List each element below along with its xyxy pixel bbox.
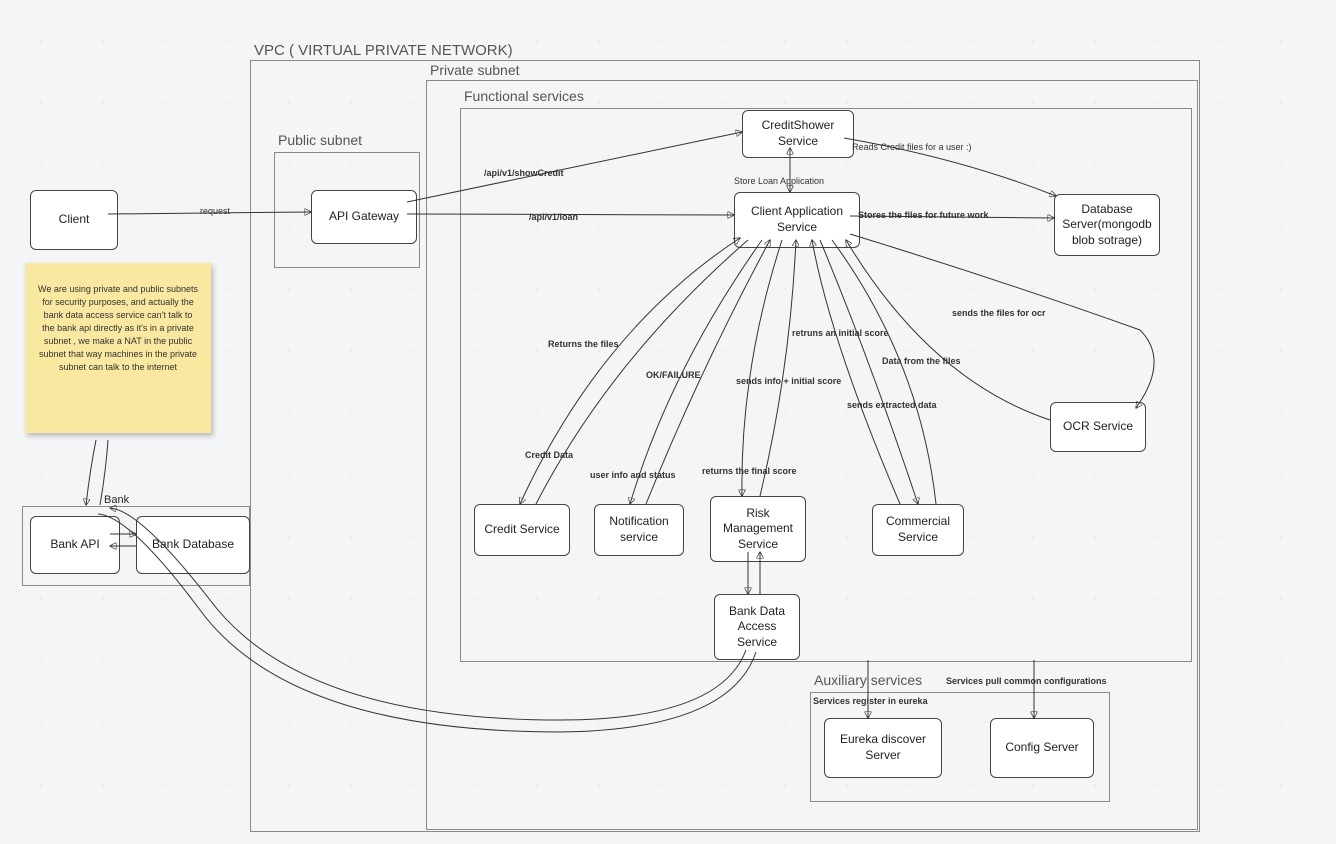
label-credit-data: Credit Data: [525, 450, 573, 460]
node-ocr[interactable]: OCR Service: [1050, 402, 1146, 452]
vpc-title: VPC ( VIRTUAL PRIVATE NETWORK): [254, 42, 513, 59]
node-config[interactable]: Config Server: [990, 718, 1094, 778]
node-bank-api[interactable]: Bank API: [30, 516, 120, 574]
label-sends-extracted: sends extracted data: [847, 400, 937, 410]
label-reads: Reads Credit files for a user :): [852, 142, 972, 152]
node-db[interactable]: Database Server(mongodb blob sotrage): [1054, 194, 1160, 256]
node-notif[interactable]: Notification service: [594, 504, 684, 556]
label-returns-files: Returns the files: [548, 339, 619, 349]
functional-title: Functional services: [464, 88, 584, 104]
label-user-info: user info and status: [590, 470, 676, 480]
label-okfail: OK/FAILURE: [646, 370, 701, 380]
label-stores: Stores the files for future work: [858, 210, 989, 220]
sticky-note[interactable]: We are using private and public subnets …: [25, 263, 211, 433]
node-credit[interactable]: Credit Service: [474, 504, 570, 556]
node-commercial[interactable]: Commercial Service: [872, 504, 964, 556]
label-initial-score: retruns an initial score: [792, 328, 889, 338]
label-reg-eureka: Services register in eureka: [813, 696, 928, 706]
label-showcredit: /api/v1/showCredit: [484, 168, 564, 178]
label-final-score: returns the final score: [702, 466, 797, 476]
node-bank-db[interactable]: Bank Database: [136, 516, 250, 574]
public-title: Public subnet: [278, 132, 362, 148]
node-bank-access[interactable]: Bank Data Access Service: [714, 594, 800, 660]
node-risk[interactable]: Risk Management Service: [710, 496, 806, 562]
label-store-loan: Store Loan Application: [734, 176, 824, 186]
label-pull-cfg: Services pull common configurations: [946, 676, 1107, 686]
label-data-files: Data from the files: [882, 356, 961, 366]
aux-title: Auxiliary services: [814, 672, 922, 688]
label-sends-info: sends info + initial score: [736, 376, 841, 386]
node-eureka[interactable]: Eureka discover Server: [824, 718, 942, 778]
label-sends-ocr: sends the files for ocr: [952, 308, 1046, 318]
bank-title: Bank: [104, 494, 129, 506]
node-api-gateway[interactable]: API Gateway: [311, 190, 417, 244]
private-title: Private subnet: [430, 62, 520, 78]
node-credit-shower[interactable]: CreditShower Service: [742, 110, 854, 158]
label-loan: /api/v1/loan: [529, 212, 578, 222]
node-client-app[interactable]: Client Application Service: [734, 192, 860, 248]
label-request: request: [200, 206, 230, 216]
node-client[interactable]: Client: [30, 190, 118, 250]
